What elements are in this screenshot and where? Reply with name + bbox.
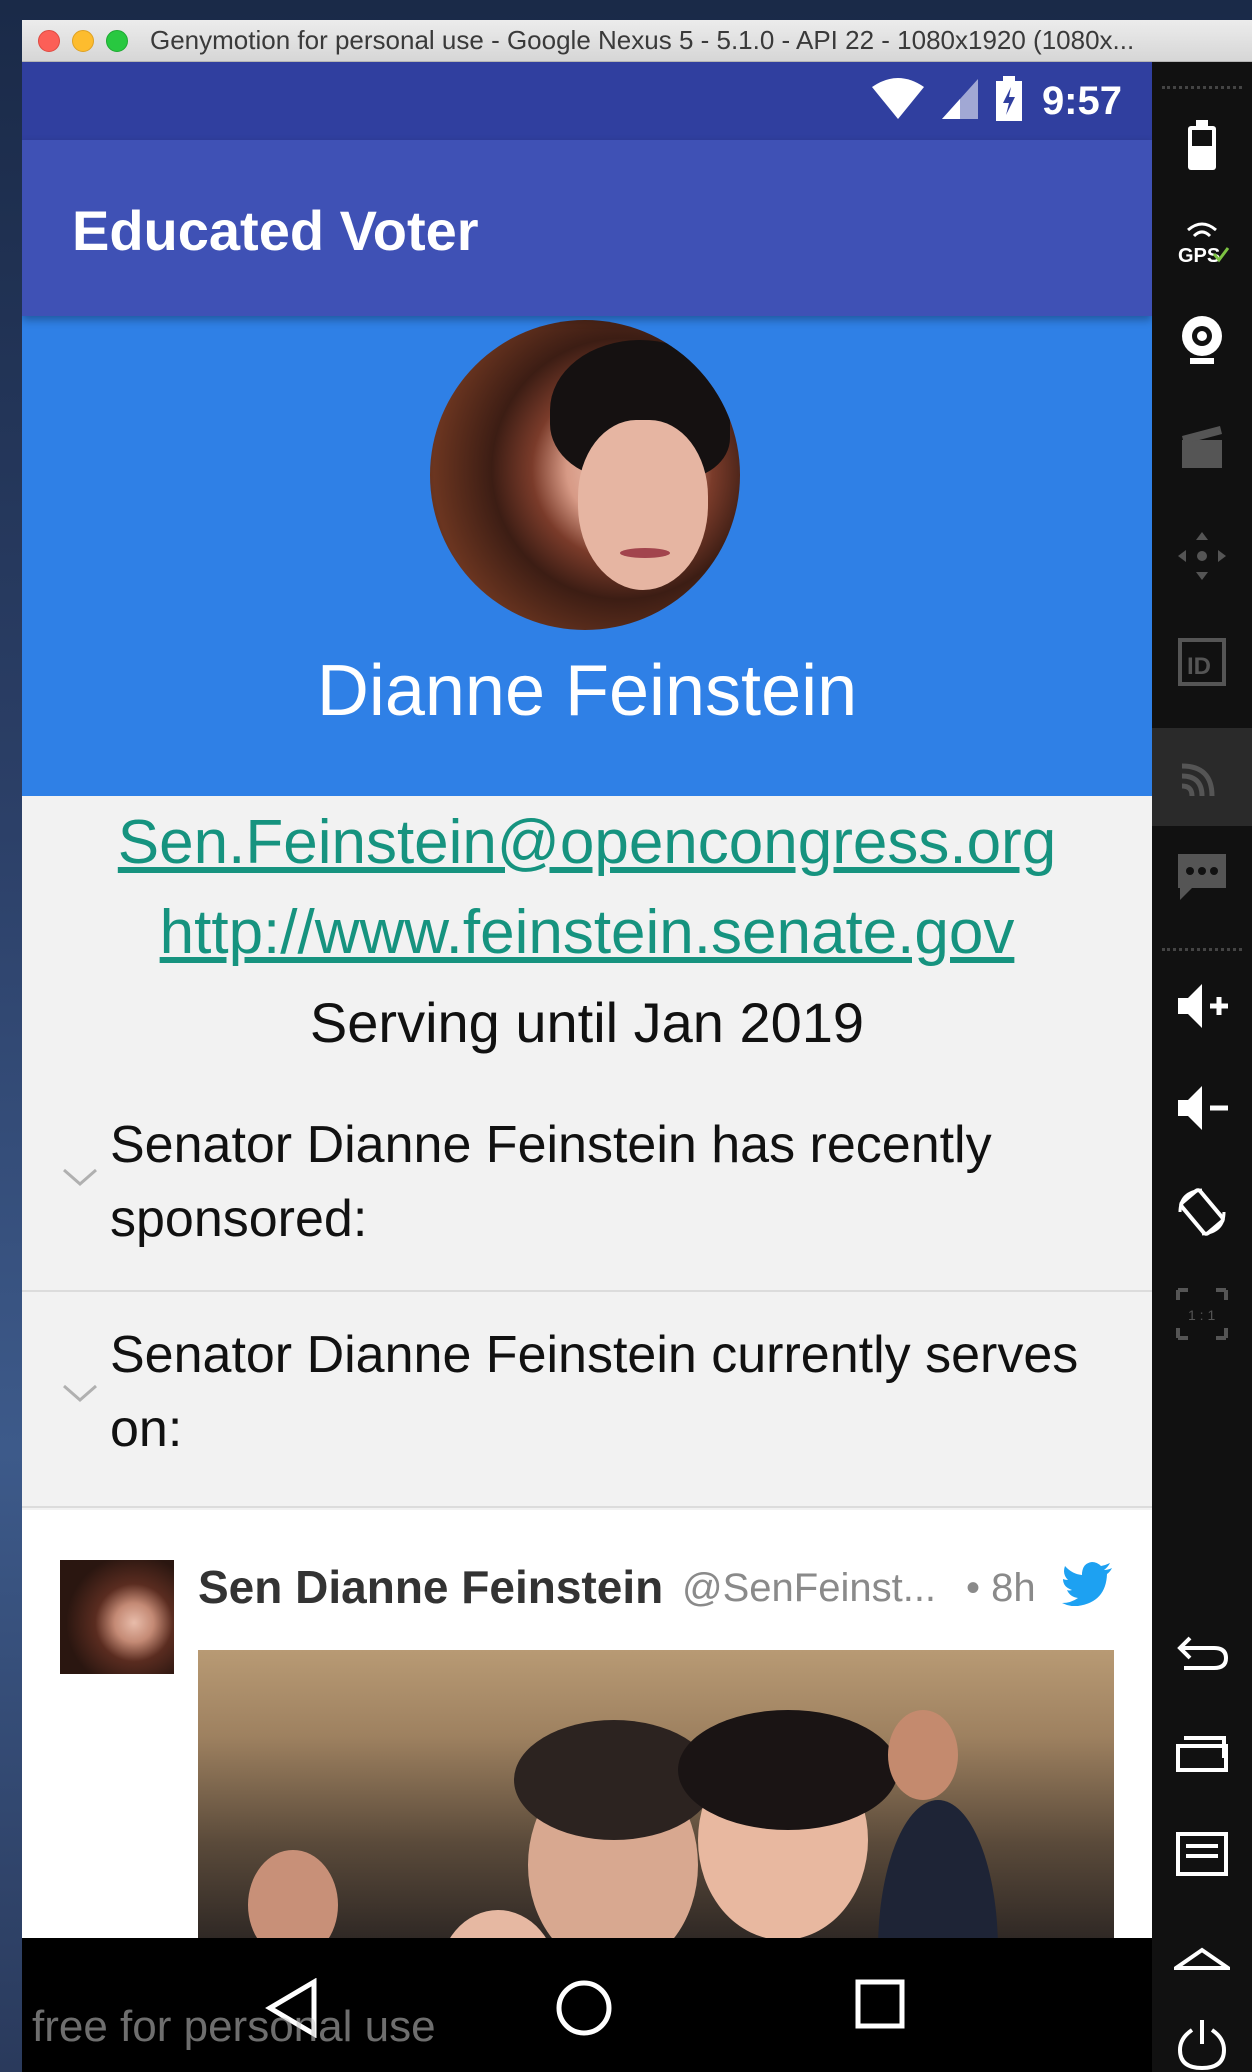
- committees-section[interactable]: Senator Dianne Feinstein currently serve…: [22, 1294, 1152, 1508]
- volume-up-icon[interactable]: [1174, 978, 1230, 1034]
- back-icon[interactable]: [1174, 1622, 1230, 1678]
- sms-icon[interactable]: [1174, 848, 1230, 904]
- profile-photo: [430, 320, 740, 630]
- status-bar: 9:57: [22, 62, 1152, 140]
- battery-icon[interactable]: [1174, 116, 1230, 172]
- capture-icon[interactable]: [1174, 418, 1230, 474]
- photo-person: [888, 1710, 958, 1800]
- dpad-icon[interactable]: [1174, 528, 1230, 584]
- emulator-window: Genymotion for personal use - Google Nex…: [22, 20, 1252, 2072]
- home-icon[interactable]: [554, 1978, 614, 2038]
- webcam-icon[interactable]: [1174, 312, 1230, 368]
- contact-info: Sen.Feinstein@opencongress.org http://ww…: [22, 796, 1152, 1068]
- senator-name: Dianne Feinstein: [316, 651, 858, 731]
- svg-text:ID: ID: [1187, 653, 1211, 680]
- zoom-window-button[interactable]: [106, 29, 128, 52]
- emulator-sidebar: GPS ID 1 : 1: [1152, 62, 1252, 2072]
- website-link[interactable]: http://www.feinstein.senate.gov: [22, 888, 1152, 978]
- menu-icon[interactable]: [1174, 1826, 1230, 1882]
- tweet-time: • 8h: [966, 1566, 1036, 1610]
- power-icon[interactable]: [1174, 2016, 1230, 2072]
- photo-person: [678, 1710, 898, 1830]
- committees-section-label: Senator Dianne Feinstein currently serve…: [110, 1326, 1079, 1458]
- window-title: Genymotion for personal use - Google Nex…: [150, 25, 1135, 55]
- minimize-window-button[interactable]: [72, 29, 94, 52]
- volume-down-icon[interactable]: [1174, 1080, 1230, 1136]
- recent-apps-icon[interactable]: [1174, 1724, 1230, 1780]
- wifi-icon: [870, 77, 926, 126]
- pixel-perfect-icon[interactable]: 1 : 1: [1174, 1286, 1230, 1342]
- home-icon[interactable]: [1174, 1928, 1230, 1984]
- close-window-button[interactable]: [38, 29, 60, 52]
- rotate-icon[interactable]: [1174, 1184, 1230, 1240]
- sidebar-divider: [1162, 948, 1242, 951]
- profile-header: Dianne Feinstein: [22, 316, 1152, 796]
- recents-icon[interactable]: [854, 1978, 906, 2030]
- app-title: Educated Voter: [72, 199, 479, 262]
- portrait-face: [578, 420, 708, 590]
- sponsored-section-label: Senator Dianne Feinstein has recently sp…: [110, 1116, 992, 1248]
- tweet-avatar[interactable]: [60, 1560, 174, 1674]
- sidebar-divider: [1162, 86, 1242, 89]
- status-clock: 9:57: [1041, 78, 1122, 123]
- signal-icon: [940, 77, 980, 126]
- svg-text:1 : 1: 1 : 1: [1188, 1307, 1215, 1323]
- serving-term: Serving until Jan 2019: [309, 991, 865, 1054]
- window-titlebar: Genymotion for personal use - Google Nex…: [22, 20, 1252, 62]
- tweet-handle[interactable]: @SenFeinst...: [682, 1566, 962, 1611]
- chevron-down-icon: [63, 1384, 97, 1402]
- tweet-author[interactable]: Sen Dianne Feinstein: [198, 1560, 663, 1614]
- battery-charging-icon: [994, 75, 1024, 128]
- chevron-down-icon: [63, 1168, 97, 1186]
- phone-screen: 9:57 Educated Voter Dianne Feinstein Sen…: [22, 62, 1152, 2072]
- email-link[interactable]: Sen.Feinstein@opencongress.org: [22, 798, 1152, 888]
- watermark: free for personal use: [32, 2002, 436, 2051]
- gps-icon[interactable]: GPS: [1174, 214, 1230, 270]
- twitter-bird-icon[interactable]: [1062, 1562, 1114, 1606]
- cast-icon: [1181, 763, 1215, 797]
- cast-button-bg[interactable]: [1152, 728, 1252, 826]
- portrait-mouth: [620, 548, 670, 558]
- sponsored-section[interactable]: Senator Dianne Feinstein has recently sp…: [22, 1078, 1152, 1292]
- id-icon[interactable]: ID: [1174, 634, 1230, 690]
- app-bar: Educated Voter: [22, 140, 1152, 316]
